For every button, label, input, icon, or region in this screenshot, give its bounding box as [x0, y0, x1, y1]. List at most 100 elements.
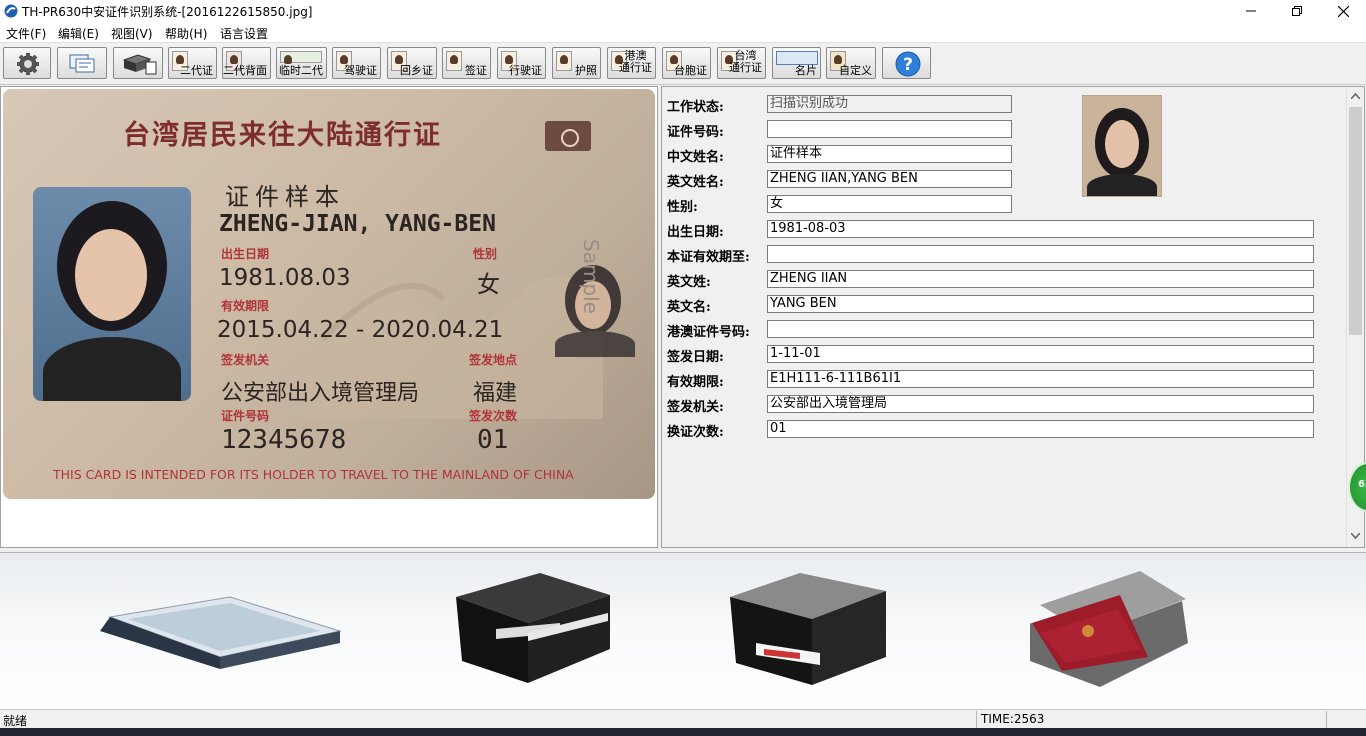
card-watermark: Sample — [579, 239, 603, 314]
status-bar: 就绪 TIME:2563 — [0, 709, 1366, 729]
business-card-icon — [776, 51, 818, 65]
taskbar-strip — [0, 728, 1366, 736]
scanner-button[interactable] — [113, 47, 163, 79]
card-name-en: ZHENG-JIAN, YANG-BEN — [219, 211, 496, 237]
scroll-up-icon[interactable] — [1351, 93, 1360, 99]
card-issuer-label: 签发机关 — [221, 353, 270, 367]
field-input[interactable]: ZHENG IIAN — [767, 270, 1314, 288]
status-text: 就绪 — [3, 714, 28, 728]
field-input[interactable]: 公安部出入境管理局 — [767, 395, 1314, 413]
status-divider-right — [1326, 711, 1327, 728]
help-button[interactable]: ? — [882, 47, 931, 79]
field-label: 换证次数: — [667, 425, 724, 440]
thumb-shoulders — [1087, 174, 1157, 196]
status-divider — [976, 711, 977, 728]
field-input[interactable]: E1H111-6-111B61I1 — [767, 370, 1314, 388]
toolbar-second-gen-id[interactable]: 二代证 — [168, 47, 217, 79]
card-birth-label: 出生日期 — [221, 247, 270, 261]
help-icon: ? — [895, 51, 921, 77]
settings-button[interactable] — [3, 47, 51, 79]
extracted-photo — [1082, 95, 1162, 197]
card-number-label: 证件号码 — [221, 409, 270, 423]
toolbar-passport[interactable]: 护照 — [552, 47, 601, 79]
field-label: 中文姓名: — [667, 150, 724, 165]
menu-edit[interactable]: 编辑(E) — [58, 25, 99, 42]
field-input[interactable] — [767, 320, 1314, 338]
card-sex-label: 性别 — [473, 247, 498, 261]
toolbar-home-return[interactable]: 回乡证 — [387, 47, 437, 79]
field-label: 证件号码: — [667, 125, 724, 140]
card-birth: 1981.08.03 — [219, 265, 351, 291]
toolbar-custom[interactable]: 自定义 — [826, 47, 876, 79]
restore-icon — [1292, 6, 1302, 16]
title-bar: TH-PR630中安证件识别系统-[2016122615850.jpg] — [0, 0, 1366, 22]
toolbar: 二代证 二代背面 临时二代 驾驶证 回乡证 签证 行驶证 护照 港澳 通行证 台胞… — [0, 43, 1366, 85]
menu-bar: 文件(F) 编辑(E) 视图(V) 帮助(H) 语言设置 — [0, 22, 1366, 43]
card-validity-label: 有效期限 — [221, 299, 270, 313]
minimize-button[interactable] — [1228, 0, 1274, 22]
toolbar-second-gen-back[interactable]: 二代背面 — [222, 47, 271, 79]
card-sex: 女 — [477, 272, 500, 298]
menu-help[interactable]: 帮助(H) — [165, 25, 207, 42]
ghost-shoulders — [555, 331, 635, 357]
batch-scan-button[interactable] — [57, 47, 107, 79]
field-label: 港澳证件号码: — [667, 325, 750, 340]
passport-scanner-image — [1030, 571, 1188, 687]
menu-file[interactable]: 文件(F) — [6, 25, 46, 42]
field-label: 本证有效期至: — [667, 250, 750, 265]
field-label: 英文姓: — [667, 275, 711, 290]
field-input[interactable] — [767, 120, 1012, 138]
card-image-panel: 台湾居民来往大陆通行证 证件样本 ZHENG-JIAN, YANG-BEN 出生… — [0, 86, 658, 548]
recognition-result-panel: 工作状态: 扫描识别成功 证件号码: 中文姓名: 证件样本 英文姓名: ZHENG IIAN… — [661, 86, 1365, 548]
card-scanner-image — [456, 573, 610, 683]
toolbar-temp-id[interactable]: 临时二代 — [276, 47, 327, 79]
toolbar-business-card[interactable]: 名片 — [772, 47, 821, 79]
toolbar-visa[interactable]: 签证 — [442, 47, 491, 79]
card-holder-photo — [33, 187, 191, 401]
toolbar-taiwan-pass[interactable]: 台湾 通行证 — [717, 47, 766, 79]
scroll-down-icon[interactable] — [1351, 533, 1360, 539]
field-label: 签发日期: — [667, 350, 724, 365]
card-number: 12345678 — [221, 425, 347, 455]
card-chip-icon — [545, 121, 591, 151]
app-icon — [4, 4, 18, 18]
card-validity: 2015.04.22 - 2020.04.21 — [217, 317, 504, 343]
toolbar-taiwan-compatriot[interactable]: 台胞证 — [662, 47, 711, 79]
menu-language[interactable]: 语言设置 — [220, 25, 268, 42]
toolbar-hk-macau-pass[interactable]: 港澳 通行证 — [607, 47, 656, 79]
field-input[interactable]: 01 — [767, 420, 1314, 438]
flatbed-scanner-image — [100, 596, 342, 669]
status-time: TIME:2563 — [981, 712, 1045, 726]
field-input[interactable]: 女 — [767, 195, 1012, 213]
document-reader-image — [730, 573, 886, 685]
field-input[interactable] — [767, 245, 1314, 263]
field-label: 英文名: — [667, 300, 711, 315]
field-input[interactable]: 证件样本 — [767, 145, 1012, 163]
scroll-thumb[interactable] — [1349, 107, 1362, 335]
card-footer: THIS CARD IS INTENDED FOR ITS HOLDER TO … — [53, 467, 574, 482]
gear-icon — [17, 53, 39, 75]
close-icon — [1337, 5, 1349, 17]
card-count: 01 — [477, 425, 509, 455]
toolbar-driver-license[interactable]: 驾驶证 — [332, 47, 381, 79]
card-issuer: 公安部出入境管理局 — [221, 381, 420, 406]
close-button[interactable] — [1320, 0, 1366, 22]
thumb-face — [1105, 120, 1139, 168]
svg-text:?: ? — [903, 55, 913, 75]
maximize-button[interactable] — [1274, 0, 1320, 22]
minimize-icon — [1246, 10, 1256, 12]
temp-id-icon — [280, 51, 322, 64]
field-input[interactable]: 1-11-01 — [767, 345, 1314, 363]
scanner-icon — [122, 54, 157, 75]
field-input[interactable]: YANG BEN — [767, 295, 1314, 313]
field-label: 有效期限: — [667, 375, 724, 390]
device-banner — [0, 552, 1366, 709]
menu-view[interactable]: 视图(V) — [111, 25, 153, 42]
card-count-label: 签发次数 — [469, 409, 518, 423]
toolbar-vehicle-license[interactable]: 行驶证 — [497, 47, 546, 79]
field-input[interactable]: 1981-08-03 — [767, 220, 1314, 238]
field-label: 签发机关: — [667, 400, 724, 415]
field-input[interactable]: 扫描识别成功 — [767, 95, 1012, 113]
field-input[interactable]: ZHENG IIAN,YANG BEN — [767, 170, 1012, 188]
photo-face — [75, 229, 147, 321]
